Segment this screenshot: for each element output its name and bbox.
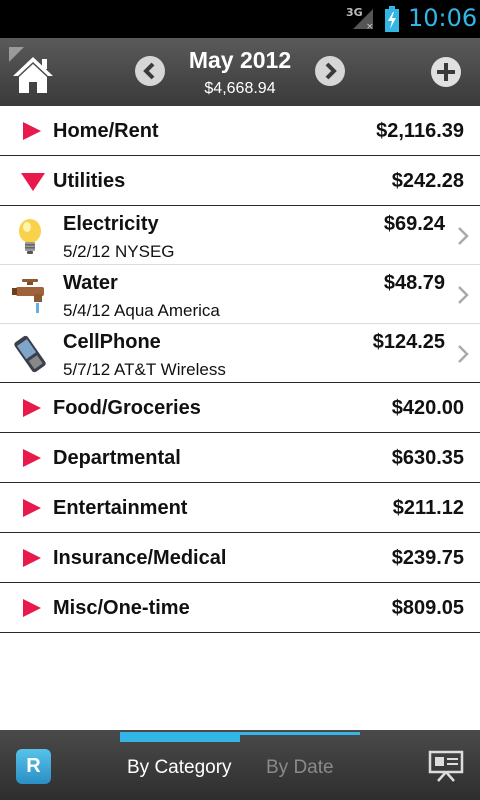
lightbulb-icon xyxy=(19,219,41,254)
plus-icon xyxy=(437,63,455,81)
home-button[interactable] xyxy=(6,44,60,98)
expense-name: CellPhone xyxy=(63,331,161,353)
chevron-right-icon xyxy=(458,345,469,363)
collapsed-triangle-icon xyxy=(23,549,41,567)
category-amount: $211.12 xyxy=(392,497,464,519)
tab-by-date[interactable]: By Date xyxy=(266,757,334,779)
clock: 10:06 xyxy=(408,4,478,32)
cellphone-icon xyxy=(14,335,46,373)
expense-row-electricity[interactable]: Electricity 5/2/12 NYSEG $69.24 xyxy=(0,206,480,265)
next-month-button[interactable] xyxy=(315,56,345,86)
category-amount: $2,116.39 xyxy=(376,120,464,142)
collapsed-triangle-icon xyxy=(23,399,41,417)
bottom-tab-bar: R By Category By Date xyxy=(0,730,480,800)
collapsed-triangle-icon xyxy=(23,599,41,617)
category-name: Insurance/Medical xyxy=(53,547,227,569)
category-amount: $242.28 xyxy=(391,170,464,192)
category-amount: $809.05 xyxy=(391,597,464,619)
collapsed-triangle-icon xyxy=(23,122,41,140)
presentation-icon[interactable] xyxy=(428,750,464,782)
chevron-right-icon xyxy=(458,227,469,245)
signal-icon: × xyxy=(353,9,374,31)
collapsed-triangle-icon xyxy=(23,499,41,517)
category-list: Home/Rent $2,116.39 Utilities $242.28 El… xyxy=(0,106,480,633)
chevron-right-icon xyxy=(325,62,337,80)
category-row-home-rent[interactable]: Home/Rent $2,116.39 xyxy=(0,106,480,156)
month-header: May 2012 $4,668.94 xyxy=(0,38,480,106)
chevron-right-icon xyxy=(458,286,469,304)
category-row-departmental[interactable]: Departmental $630.35 xyxy=(0,433,480,483)
tab-by-category[interactable]: By Category xyxy=(127,757,232,779)
expense-detail: 5/2/12 NYSEG xyxy=(63,242,175,261)
expense-name: Electricity xyxy=(63,213,159,235)
category-amount: $239.75 xyxy=(391,547,464,569)
app-logo-button[interactable]: R xyxy=(16,749,51,784)
category-name: Departmental xyxy=(53,447,181,469)
expense-name: Water xyxy=(63,272,118,294)
expense-row-cellphone[interactable]: CellPhone 5/7/12 AT&T Wireless $124.25 xyxy=(0,324,480,383)
expense-amount: $48.79 xyxy=(383,272,445,294)
category-row-entertainment[interactable]: Entertainment $211.12 xyxy=(0,483,480,533)
category-name: Home/Rent xyxy=(53,120,159,142)
expense-row-water[interactable]: Water 5/4/12 Aqua America $48.79 xyxy=(0,265,480,324)
month-total: $4,668.94 xyxy=(204,80,276,97)
category-name: Utilities xyxy=(53,170,126,192)
status-bar: 3G × 10:06 xyxy=(0,0,480,38)
battery-charging-icon xyxy=(385,6,399,32)
expense-amount: $124.25 xyxy=(372,331,445,353)
expanded-triangle-icon xyxy=(21,173,45,191)
category-name: Entertainment xyxy=(53,497,188,519)
expense-detail: 5/7/12 AT&T Wireless xyxy=(63,360,226,379)
home-icon xyxy=(9,47,53,93)
category-row-utilities[interactable]: Utilities $242.28 xyxy=(0,156,480,206)
expense-detail: 5/4/12 Aqua America xyxy=(63,301,220,320)
tab-indicator-selected xyxy=(120,732,240,742)
category-amount: $630.35 xyxy=(391,447,464,469)
add-expense-button[interactable] xyxy=(431,57,461,87)
svg-text:×: × xyxy=(366,22,374,31)
category-name: Misc/One-time xyxy=(53,597,190,619)
category-name: Food/Groceries xyxy=(53,397,201,419)
collapsed-triangle-icon xyxy=(23,449,41,467)
category-amount: $420.00 xyxy=(391,397,464,419)
month-title: May 2012 xyxy=(188,47,292,73)
category-row-insurance-medical[interactable]: Insurance/Medical $239.75 xyxy=(0,533,480,583)
category-row-misc-one-time[interactable]: Misc/One-time $809.05 xyxy=(0,583,480,633)
faucet-icon xyxy=(12,279,44,313)
expense-amount: $69.24 xyxy=(383,213,445,235)
category-row-food-groceries[interactable]: Food/Groceries $420.00 xyxy=(0,383,480,433)
